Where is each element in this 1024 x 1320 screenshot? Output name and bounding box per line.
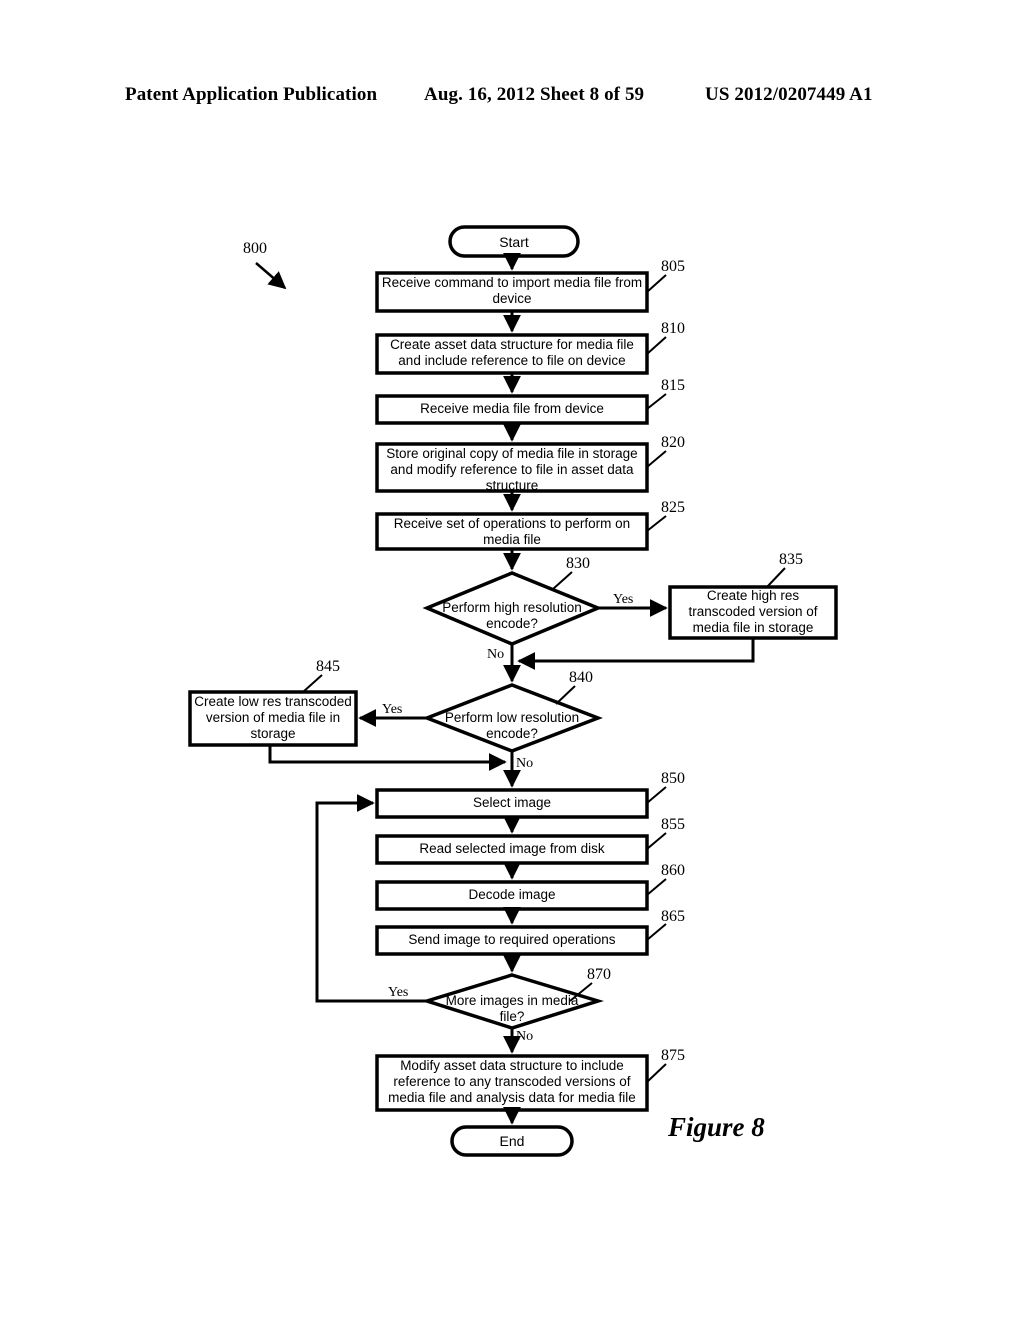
node-870-shape [421, 973, 604, 1030]
leader-845 [302, 674, 323, 693]
leader-830 [552, 571, 573, 590]
edge-label-840-no: No [516, 756, 534, 771]
flowchart-figure: Start Receive command to import media fi… [0, 0, 1024, 1320]
diagram-ref-pointer [255, 262, 287, 290]
leader-840 [555, 685, 576, 705]
ref-840: 840 [569, 669, 593, 686]
node-855-shape [375, 834, 649, 865]
leader-820 [646, 450, 667, 468]
ref-860: 860 [661, 862, 685, 879]
node-875-shape [375, 1054, 649, 1112]
edge-label-870-no: No [516, 1029, 534, 1044]
ref-825: 825 [661, 499, 685, 516]
leader-865 [646, 923, 667, 941]
leader-855 [646, 832, 667, 850]
edge-label-830-yes: Yes [613, 592, 634, 607]
node-810-shape [375, 333, 649, 375]
node-805-shape [375, 271, 649, 313]
leader-850 [646, 786, 667, 804]
ref-820: 820 [661, 434, 685, 451]
node-830-shape [422, 571, 603, 646]
leader-860 [646, 878, 667, 896]
edge-label-870-yes: Yes [388, 985, 409, 1000]
ref-830: 830 [566, 555, 590, 572]
node-end-shape [450, 1125, 574, 1157]
ref-850: 850 [661, 770, 685, 787]
ref-870: 870 [587, 966, 611, 983]
ref-835: 835 [779, 551, 803, 568]
edge-845-return-to-spine [268, 745, 507, 771]
leader-825 [646, 515, 667, 532]
leader-815 [646, 393, 667, 410]
ref-815: 815 [661, 377, 685, 394]
edge-835-return-to-spine [517, 638, 755, 670]
ref-800: 800 [243, 240, 267, 257]
flowchart-svg [188, 225, 838, 1157]
ref-865: 865 [661, 908, 685, 925]
leader-810 [646, 336, 667, 355]
node-start-shape [448, 225, 580, 258]
node-860-shape [375, 880, 649, 911]
ref-845: 845 [316, 658, 340, 675]
node-865-shape [375, 925, 649, 956]
edge-label-840-yes: Yes [382, 702, 403, 717]
leader-835 [766, 567, 786, 588]
figure-caption: Figure 8 [668, 1112, 765, 1142]
node-815-shape [375, 394, 649, 425]
ref-875: 875 [661, 1047, 685, 1064]
node-840-shape [422, 683, 603, 753]
leader-875 [646, 1063, 667, 1083]
ref-805: 805 [661, 258, 685, 275]
edge-label-830-no: No [487, 647, 505, 662]
node-845-shape [188, 690, 358, 747]
node-820-shape [375, 442, 649, 493]
node-825-shape [375, 512, 649, 551]
node-850-shape [375, 788, 649, 819]
ref-810: 810 [661, 320, 685, 337]
ref-855: 855 [661, 816, 685, 833]
node-835-shape [668, 585, 838, 640]
leader-805 [646, 274, 667, 293]
